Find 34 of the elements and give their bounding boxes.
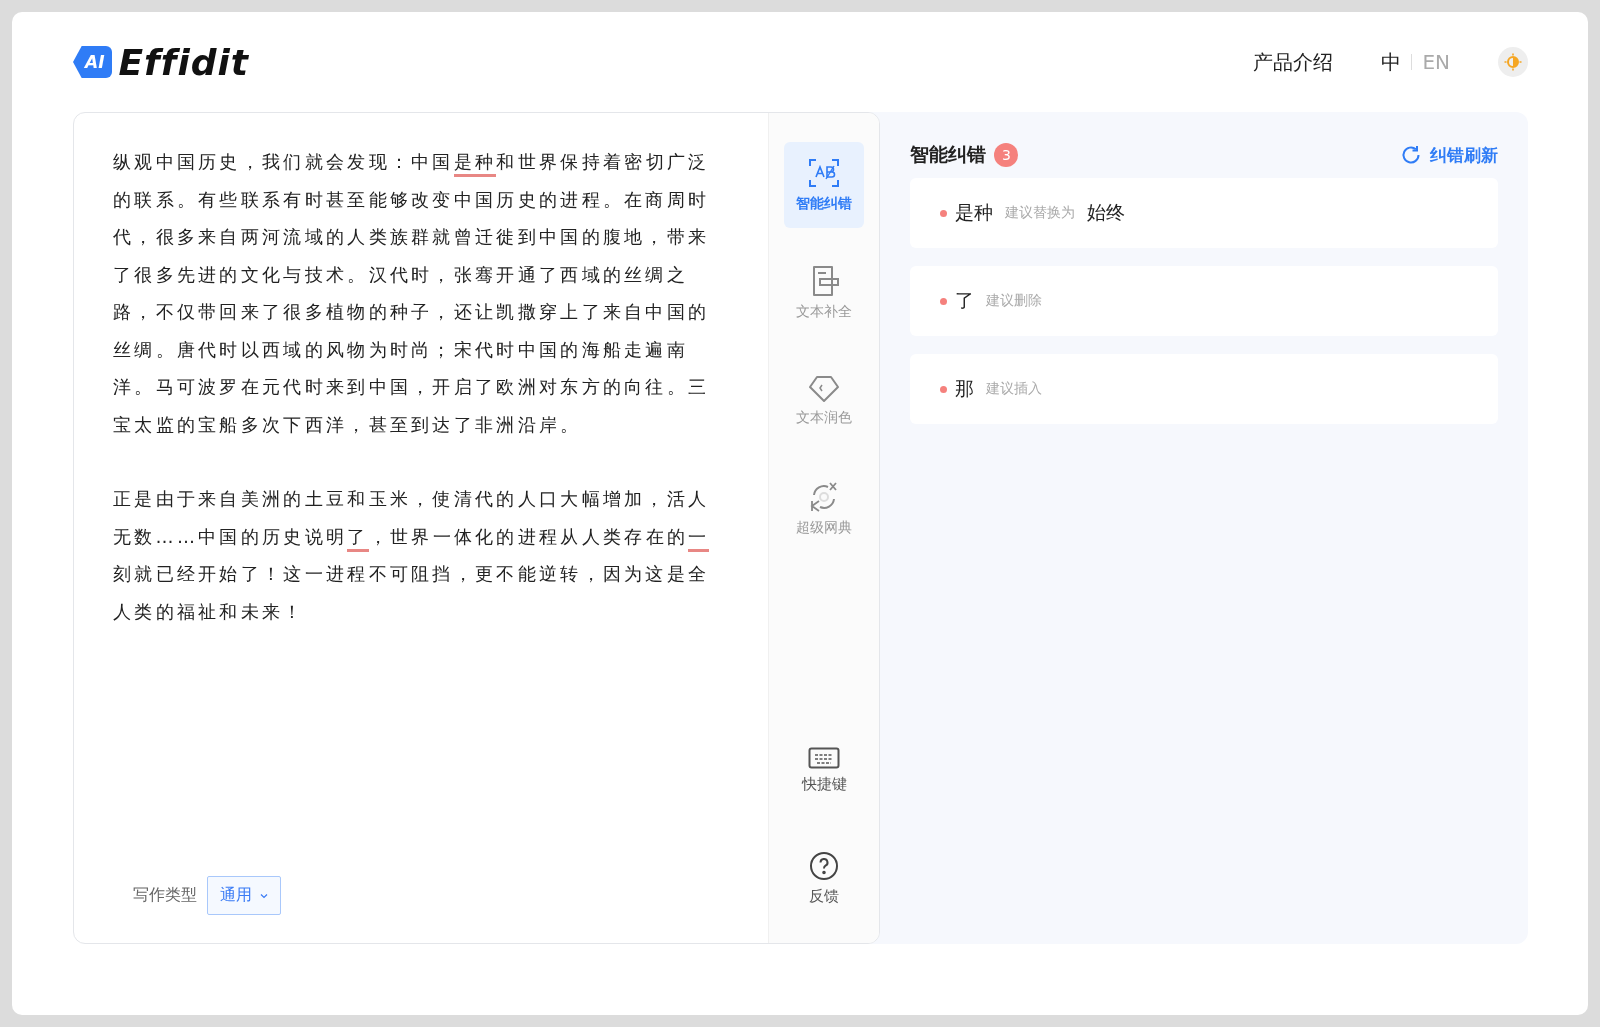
sun-icon [1504, 53, 1522, 71]
nav-link[interactable]: 产品介绍 [1253, 48, 1334, 76]
chevron-down-icon [260, 892, 268, 899]
language-option[interactable]: 中 [1381, 48, 1402, 76]
writing-type-select[interactable]: 通用 [207, 876, 281, 915]
suggestion-card[interactable]: 是种 建议替换为 始终 [910, 178, 1498, 248]
logo-badge: AI [73, 46, 113, 78]
suggestion-hint: 建议替换为 [1005, 204, 1076, 222]
text-scan-icon [808, 157, 841, 189]
keyboard-icon [808, 746, 841, 769]
theme-toggle-button[interactable] [1498, 47, 1528, 77]
suggestion-card[interactable]: 那 建议插入 [910, 354, 1498, 424]
refresh-icon [1400, 144, 1422, 166]
error-word: 了 [955, 288, 975, 313]
tool-button[interactable]: 快捷键 [784, 727, 865, 813]
paragraph: 纵观中国历史，我们就会发现：中国 是种和世界保持着密切广泛的联系。有些联系有时甚至能够改变中国历史的进程。在商周时代，很多来自两河流域的人类族群就曾迁徙到中国的腹地，带来了很多先进的文化与技术。汉代时，张骞开通了西域的丝绸之路，不仅带回来了很多植物的种子，还让凯撒穿上了来自中国的丝绸。唐代时以西域的风物为时尚；宋代时中国的海船走遍南洋。马可波罗在元代时来到中国，开启了欧洲对东方的向往。三宝太监的宝船多次下西洋，甚至到达了非洲沿岸。 [113, 150, 711, 437]
panel-title: 智能纠错 [910, 142, 987, 167]
error-dot [940, 297, 948, 305]
error-word: 是种 [955, 200, 994, 225]
suggestion-card[interactable]: 了 建议删除 [910, 266, 1498, 336]
replacement-word: 始终 [1087, 200, 1126, 225]
writing-type-label: 写作类型 [133, 885, 197, 906]
tool-button[interactable]: 反馈 [784, 835, 865, 921]
logo-text: Effidit [118, 41, 250, 83]
paragraph: 正是由于来自美洲的土豆和玉米，使清代的人口大幅增加，活人无数……中国的历史说明 了，世界一体化的进程从人类存在的 一 刻就已经开始了！这一进程不可阻挡，更不能逆转，因为这是全人类的福祉和未来！ [113, 487, 711, 624]
suggestion-hint: 建议删除 [986, 292, 1043, 310]
error-dot [940, 385, 948, 393]
error-dot [940, 209, 948, 217]
suggestion-hint: 建议插入 [986, 380, 1043, 398]
diamond-icon [808, 375, 841, 403]
refresh-link[interactable]: 纠错刷新 [1400, 143, 1498, 167]
help-icon [809, 850, 840, 881]
error-word: 那 [955, 376, 975, 401]
count-badge: 3 [994, 143, 1019, 167]
